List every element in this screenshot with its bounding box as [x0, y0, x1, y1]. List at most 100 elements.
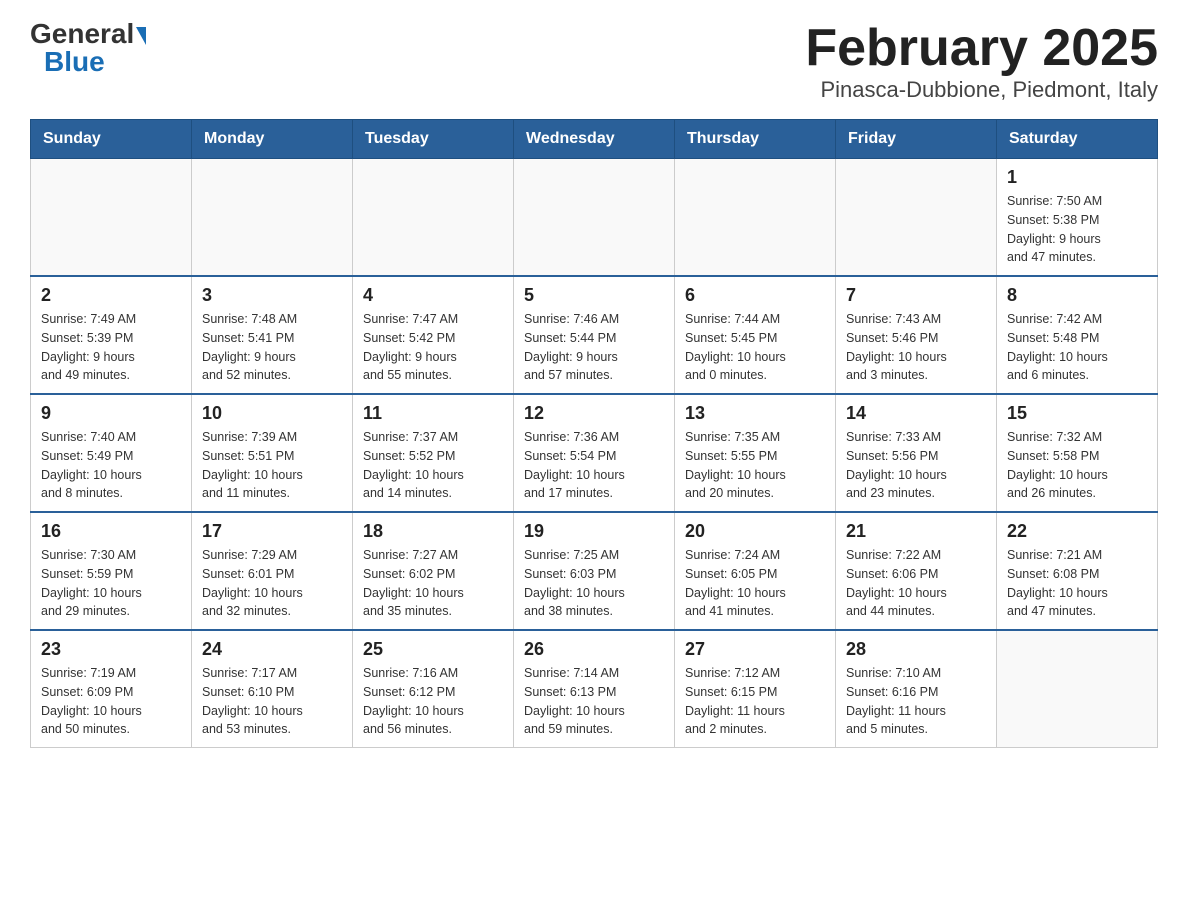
day-number: 23	[41, 639, 181, 660]
logo-triangle-icon	[136, 27, 146, 45]
calendar-cell-w1-d5	[836, 159, 997, 277]
calendar-cell-w1-d3	[514, 159, 675, 277]
day-info: Sunrise: 7:22 AMSunset: 6:06 PMDaylight:…	[846, 548, 947, 618]
day-number: 22	[1007, 521, 1147, 542]
col-saturday: Saturday	[997, 120, 1158, 159]
col-wednesday: Wednesday	[514, 120, 675, 159]
day-number: 21	[846, 521, 986, 542]
calendar-cell-w3-d6: 15 Sunrise: 7:32 AMSunset: 5:58 PMDayligh…	[997, 394, 1158, 512]
day-number: 18	[363, 521, 503, 542]
col-friday: Friday	[836, 120, 997, 159]
calendar-cell-w1-d1	[192, 159, 353, 277]
calendar-cell-w3-d1: 10 Sunrise: 7:39 AMSunset: 5:51 PMDayligh…	[192, 394, 353, 512]
calendar-cell-w3-d2: 11 Sunrise: 7:37 AMSunset: 5:52 PMDayligh…	[353, 394, 514, 512]
day-info: Sunrise: 7:33 AMSunset: 5:56 PMDaylight:…	[846, 430, 947, 500]
day-number: 27	[685, 639, 825, 660]
day-number: 20	[685, 521, 825, 542]
calendar-week-3: 9 Sunrise: 7:40 AMSunset: 5:49 PMDaylight…	[31, 394, 1158, 512]
col-sunday: Sunday	[31, 120, 192, 159]
day-info: Sunrise: 7:37 AMSunset: 5:52 PMDaylight:…	[363, 430, 464, 500]
day-number: 11	[363, 403, 503, 424]
day-info: Sunrise: 7:12 AMSunset: 6:15 PMDaylight:…	[685, 666, 785, 736]
day-number: 24	[202, 639, 342, 660]
day-number: 3	[202, 285, 342, 306]
day-info: Sunrise: 7:39 AMSunset: 5:51 PMDaylight:…	[202, 430, 303, 500]
calendar-cell-w4-d3: 19Sunrise: 7:25 AMSunset: 6:03 PMDayligh…	[514, 512, 675, 630]
day-number: 8	[1007, 285, 1147, 306]
day-info: Sunrise: 7:36 AMSunset: 5:54 PMDaylight:…	[524, 430, 625, 500]
calendar-cell-w2-d4: 6 Sunrise: 7:44 AMSunset: 5:45 PMDaylight…	[675, 276, 836, 394]
day-number: 14	[846, 403, 986, 424]
page-header: General Blue February 2025 Pinasca-Dubbi…	[30, 20, 1158, 103]
calendar-cell-w5-d4: 27 Sunrise: 7:12 AMSunset: 6:15 PMDayligh…	[675, 630, 836, 748]
day-info: Sunrise: 7:10 AMSunset: 6:16 PMDaylight:…	[846, 666, 946, 736]
day-info: Sunrise: 7:48 AMSunset: 5:41 PMDaylight:…	[202, 312, 297, 382]
day-info: Sunrise: 7:46 AMSunset: 5:44 PMDaylight:…	[524, 312, 619, 382]
calendar-cell-w3-d0: 9 Sunrise: 7:40 AMSunset: 5:49 PMDaylight…	[31, 394, 192, 512]
day-number: 15	[1007, 403, 1147, 424]
calendar-week-2: 2 Sunrise: 7:49 AMSunset: 5:39 PMDaylight…	[31, 276, 1158, 394]
logo-blue-text: Blue	[44, 48, 105, 76]
calendar-title: February 2025	[805, 20, 1158, 77]
day-number: 4	[363, 285, 503, 306]
day-number: 1	[1007, 167, 1147, 188]
calendar-cell-w5-d0: 23 Sunrise: 7:19 AMSunset: 6:09 PMDayligh…	[31, 630, 192, 748]
calendar-cell-w2-d2: 4 Sunrise: 7:47 AMSunset: 5:42 PMDaylight…	[353, 276, 514, 394]
col-monday: Monday	[192, 120, 353, 159]
day-info: Sunrise: 7:42 AMSunset: 5:48 PMDaylight:…	[1007, 312, 1108, 382]
day-info: Sunrise: 7:25 AMSunset: 6:03 PMDaylight:…	[524, 548, 625, 618]
calendar-cell-w4-d6: 22 Sunrise: 7:21 AMSunset: 6:08 PMDayligh…	[997, 512, 1158, 630]
day-info: Sunrise: 7:40 AMSunset: 5:49 PMDaylight:…	[41, 430, 142, 500]
day-number: 2	[41, 285, 181, 306]
logo-general-text: General	[30, 20, 134, 48]
day-info: Sunrise: 7:19 AMSunset: 6:09 PMDaylight:…	[41, 666, 142, 736]
day-number: 17	[202, 521, 342, 542]
calendar-cell-w1-d0	[31, 159, 192, 277]
day-info: Sunrise: 7:47 AMSunset: 5:42 PMDaylight:…	[363, 312, 458, 382]
calendar-cell-w4-d4: 20Sunrise: 7:24 AMSunset: 6:05 PMDayligh…	[675, 512, 836, 630]
calendar-cell-w4-d0: 16 Sunrise: 7:30 AMSunset: 5:59 PMDayligh…	[31, 512, 192, 630]
calendar-week-1: 1 Sunrise: 7:50 AMSunset: 5:38 PMDaylight…	[31, 159, 1158, 277]
day-info: Sunrise: 7:44 AMSunset: 5:45 PMDaylight:…	[685, 312, 786, 382]
day-number: 16	[41, 521, 181, 542]
col-thursday: Thursday	[675, 120, 836, 159]
day-number: 10	[202, 403, 342, 424]
day-number: 13	[685, 403, 825, 424]
day-info: Sunrise: 7:35 AMSunset: 5:55 PMDaylight:…	[685, 430, 786, 500]
calendar-cell-w1-d2	[353, 159, 514, 277]
calendar-cell-w3-d3: 12 Sunrise: 7:36 AMSunset: 5:54 PMDayligh…	[514, 394, 675, 512]
day-number: 6	[685, 285, 825, 306]
calendar-cell-w3-d4: 13 Sunrise: 7:35 AMSunset: 5:55 PMDayligh…	[675, 394, 836, 512]
calendar-cell-w1-d4	[675, 159, 836, 277]
calendar-cell-w2-d0: 2 Sunrise: 7:49 AMSunset: 5:39 PMDaylight…	[31, 276, 192, 394]
day-info: Sunrise: 7:32 AMSunset: 5:58 PMDaylight:…	[1007, 430, 1108, 500]
calendar-cell-w4-d2: 18Sunrise: 7:27 AMSunset: 6:02 PMDayligh…	[353, 512, 514, 630]
day-info: Sunrise: 7:50 AMSunset: 5:38 PMDaylight:…	[1007, 194, 1102, 264]
calendar-cell-w4-d1: 17 Sunrise: 7:29 AMSunset: 6:01 PMDayligh…	[192, 512, 353, 630]
day-info: Sunrise: 7:49 AMSunset: 5:39 PMDaylight:…	[41, 312, 136, 382]
calendar-cell-w5-d3: 26Sunrise: 7:14 AMSunset: 6:13 PMDayligh…	[514, 630, 675, 748]
logo: General Blue	[30, 20, 146, 76]
day-info: Sunrise: 7:29 AMSunset: 6:01 PMDaylight:…	[202, 548, 303, 618]
day-number: 7	[846, 285, 986, 306]
calendar-cell-w4-d5: 21 Sunrise: 7:22 AMSunset: 6:06 PMDayligh…	[836, 512, 997, 630]
calendar-week-5: 23 Sunrise: 7:19 AMSunset: 6:09 PMDayligh…	[31, 630, 1158, 748]
day-number: 12	[524, 403, 664, 424]
day-info: Sunrise: 7:16 AMSunset: 6:12 PMDaylight:…	[363, 666, 464, 736]
day-number: 9	[41, 403, 181, 424]
calendar-cell-w5-d6	[997, 630, 1158, 748]
calendar-cell-w2-d6: 8 Sunrise: 7:42 AMSunset: 5:48 PMDaylight…	[997, 276, 1158, 394]
day-info: Sunrise: 7:14 AMSunset: 6:13 PMDaylight:…	[524, 666, 625, 736]
calendar-subtitle: Pinasca-Dubbione, Piedmont, Italy	[805, 77, 1158, 103]
calendar-cell-w5-d1: 24 Sunrise: 7:17 AMSunset: 6:10 PMDayligh…	[192, 630, 353, 748]
calendar-cell-w1-d6: 1 Sunrise: 7:50 AMSunset: 5:38 PMDaylight…	[997, 159, 1158, 277]
col-tuesday: Tuesday	[353, 120, 514, 159]
day-info: Sunrise: 7:30 AMSunset: 5:59 PMDaylight:…	[41, 548, 142, 618]
day-number: 28	[846, 639, 986, 660]
day-info: Sunrise: 7:17 AMSunset: 6:10 PMDaylight:…	[202, 666, 303, 736]
day-number: 25	[363, 639, 503, 660]
day-info: Sunrise: 7:21 AMSunset: 6:08 PMDaylight:…	[1007, 548, 1108, 618]
day-number: 5	[524, 285, 664, 306]
calendar-cell-w5-d5: 28 Sunrise: 7:10 AMSunset: 6:16 PMDayligh…	[836, 630, 997, 748]
day-info: Sunrise: 7:43 AMSunset: 5:46 PMDaylight:…	[846, 312, 947, 382]
